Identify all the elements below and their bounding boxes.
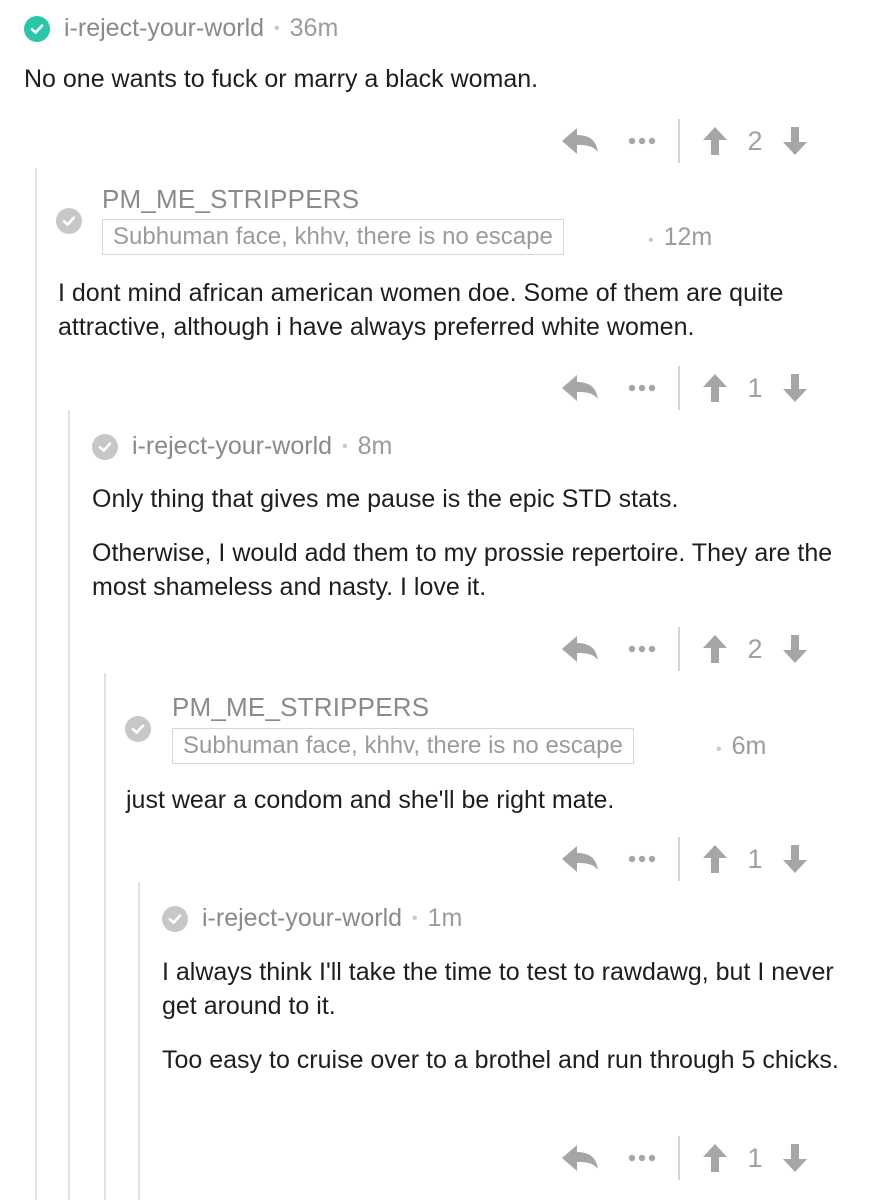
comment-header: i-reject-your-world • 8m [92, 432, 392, 461]
thread-line-level-3 [104, 673, 106, 1200]
separator-dot: • [274, 19, 280, 37]
comment-actions: 1 [560, 837, 808, 881]
vote-count: 1 [747, 843, 763, 874]
comment-actions: 2 [560, 119, 808, 163]
vote-count: 2 [747, 125, 763, 156]
comment-body: Otherwise, I would add them to my prossi… [92, 539, 833, 601]
arrow-down-icon[interactable] [782, 634, 808, 664]
reply-arrow-icon[interactable] [560, 634, 600, 664]
comment-actions: 1 [560, 1136, 808, 1180]
separator-dot: • [648, 232, 654, 249]
timestamp: 6m [731, 732, 767, 760]
timestamp: 8m [357, 432, 393, 460]
divider [678, 1136, 680, 1180]
timestamp: 36m [289, 14, 339, 42]
reply-arrow-icon[interactable] [560, 373, 600, 403]
user-flair: Subhuman face, khhv, there is no escape [102, 219, 564, 255]
separator-dot: • [716, 741, 722, 758]
ellipsis-icon[interactable] [628, 645, 656, 653]
check-circle-icon [125, 716, 151, 742]
comment-header: i-reject-your-world • 36m [24, 14, 338, 43]
thread-line-level-2 [68, 410, 70, 1200]
reply-arrow-icon[interactable] [560, 126, 600, 156]
comment-body: Only thing that gives me pause is the ep… [92, 485, 679, 513]
username[interactable]: i-reject-your-world [132, 432, 332, 461]
check-circle-icon [24, 15, 50, 42]
ellipsis-icon[interactable] [628, 137, 656, 145]
ellipsis-icon[interactable] [628, 1154, 656, 1162]
check-circle-icon [162, 905, 188, 932]
divider [678, 119, 680, 163]
comment-actions: 1 [560, 366, 808, 410]
thread-line-level-4 [138, 882, 140, 1200]
divider [678, 837, 680, 881]
arrow-up-icon[interactable] [702, 1143, 728, 1173]
arrow-up-icon[interactable] [702, 373, 728, 403]
arrow-down-icon[interactable] [782, 126, 808, 156]
arrow-up-icon[interactable] [702, 634, 728, 664]
vote-count: 1 [747, 372, 763, 403]
divider [678, 366, 680, 410]
username[interactable]: i-reject-your-world [64, 14, 264, 43]
username[interactable]: i-reject-your-world [202, 904, 402, 933]
ellipsis-icon[interactable] [628, 855, 656, 863]
timestamp: 12m [663, 223, 713, 251]
arrow-down-icon[interactable] [782, 373, 808, 403]
arrow-down-icon[interactable] [782, 1143, 808, 1173]
username[interactable]: PM_ME_STRIPPERS [172, 692, 429, 723]
user-flair: Subhuman face, khhv, there is no escape [172, 728, 634, 764]
timestamp: 1m [427, 904, 463, 932]
arrow-up-icon[interactable] [702, 126, 728, 156]
comment-header: i-reject-your-world • 1m [162, 904, 462, 933]
comment-body: I dont mind african american women doe. … [58, 279, 784, 341]
divider [678, 627, 680, 671]
timestamp-wrapper: • 12m [648, 223, 712, 252]
separator-dot: • [342, 437, 348, 455]
ellipsis-icon[interactable] [628, 384, 656, 392]
comment-body: just wear a condom and she'll be right m… [126, 786, 615, 814]
comment-actions: 2 [560, 627, 808, 671]
comment-body: I always think I'll take the time to tes… [162, 958, 834, 1020]
separator-dot: • [412, 909, 418, 927]
check-circle-icon [92, 433, 118, 460]
vote-count: 1 [747, 1142, 763, 1173]
check-circle-icon [56, 208, 82, 234]
reply-arrow-icon[interactable] [560, 844, 600, 874]
arrow-down-icon[interactable] [782, 844, 808, 874]
comment-body: No one wants to fuck or marry a black wo… [24, 65, 539, 93]
arrow-up-icon[interactable] [702, 844, 728, 874]
thread-line-level-1 [35, 168, 37, 1200]
vote-count: 2 [747, 633, 763, 664]
comment-body: Too easy to cruise over to a brothel and… [162, 1046, 839, 1074]
username[interactable]: PM_ME_STRIPPERS [102, 184, 359, 215]
reply-arrow-icon[interactable] [560, 1143, 600, 1173]
timestamp-wrapper: • 6m [716, 732, 766, 761]
